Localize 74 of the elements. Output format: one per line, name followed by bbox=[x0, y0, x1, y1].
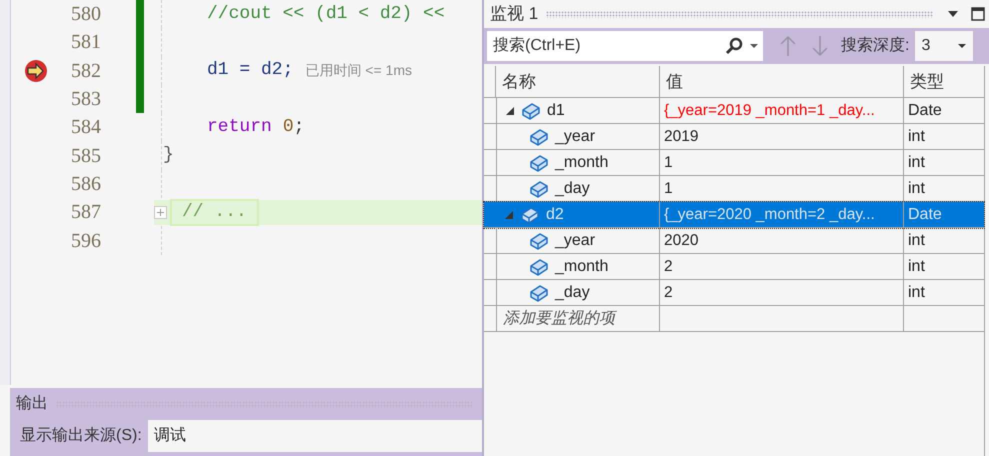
line-number: 584 bbox=[70, 115, 101, 140]
watch-row[interactable]: _day 2 int bbox=[484, 280, 984, 306]
line-number: 586 bbox=[70, 172, 101, 197]
variable-type: int bbox=[907, 178, 926, 198]
column-header[interactable]: 类型 bbox=[904, 66, 984, 97]
variable-value: {_year=2019 _month=1 _day... bbox=[660, 98, 904, 123]
line-number: 581 bbox=[70, 30, 101, 56]
variable-name: _month bbox=[555, 256, 608, 276]
panel-title: 监视 1 bbox=[490, 3, 538, 26]
variable-name: d2 bbox=[546, 204, 564, 224]
column-header[interactable]: 名称 bbox=[496, 66, 660, 97]
variable-name: _year bbox=[555, 126, 596, 146]
panel-title: 输出 bbox=[16, 394, 48, 414]
variable-type: int bbox=[907, 230, 926, 250]
field-icon bbox=[529, 282, 549, 302]
variable-type: Date bbox=[907, 204, 943, 224]
watch-row[interactable]: d2 {_year=2020 _month=2 _day... Date bbox=[484, 202, 984, 228]
field-icon bbox=[529, 152, 549, 172]
tree-toggle-icon[interactable] bbox=[505, 106, 515, 116]
column-header[interactable]: 值 bbox=[660, 66, 904, 97]
line-number: 596 bbox=[70, 228, 101, 254]
search-box[interactable]: 搜索(Ctrl+E) bbox=[487, 31, 763, 61]
field-icon bbox=[521, 100, 541, 120]
watch-row[interactable]: _month 2 int bbox=[484, 254, 984, 280]
line-number: 582 bbox=[70, 58, 101, 84]
variable-name: _day bbox=[555, 282, 590, 302]
variable-type: int bbox=[907, 152, 926, 172]
field-icon bbox=[529, 256, 549, 276]
code-text: 0 bbox=[282, 116, 294, 139]
variable-type: int bbox=[907, 256, 926, 276]
variable-name: d1 bbox=[547, 100, 565, 120]
caret-icon[interactable] bbox=[749, 43, 759, 49]
variable-type: int bbox=[907, 126, 926, 146]
variable-type: int bbox=[907, 282, 926, 302]
field-icon bbox=[520, 204, 540, 224]
variable-name: _day bbox=[555, 178, 590, 198]
watch-row[interactable]: d1 {_year=2019 _month=1 _day... Date bbox=[484, 98, 984, 124]
line-number: 587 bbox=[70, 200, 101, 226]
watch-row[interactable]: _year 2019 int bbox=[484, 124, 984, 150]
tree-toggle-icon[interactable] bbox=[504, 210, 514, 220]
code-text: ; bbox=[294, 116, 304, 139]
line-number: 585 bbox=[70, 144, 101, 169]
maximize-icon[interactable] bbox=[971, 7, 985, 21]
elapsed-time-hint: 已用时间 <= 1ms bbox=[305, 61, 412, 80]
watch-row[interactable]: _month 1 int bbox=[484, 150, 984, 176]
field-icon bbox=[529, 126, 549, 146]
code-text: d1 = d2; bbox=[207, 59, 294, 82]
watch-row[interactable]: _year 2020 int bbox=[484, 228, 984, 254]
source-label: 显示输出来源(S): bbox=[20, 426, 142, 446]
code-text: return bbox=[207, 116, 272, 139]
caret-icon bbox=[957, 43, 968, 49]
search-icon[interactable] bbox=[725, 37, 743, 55]
variable-value: 1 bbox=[660, 150, 904, 175]
variable-value: 2 bbox=[660, 254, 904, 279]
variable-type: Date bbox=[907, 100, 943, 120]
depth-dropdown[interactable]: 3 bbox=[915, 31, 974, 61]
variable-value: 2 bbox=[660, 280, 904, 305]
source-dropdown[interactable]: 调试 bbox=[148, 420, 482, 452]
field-icon bbox=[529, 230, 549, 250]
variable-value: {_year=2020 _month=2 _day... bbox=[660, 202, 904, 227]
depth-label: 搜索深度: bbox=[841, 36, 910, 56]
line-number: 583 bbox=[70, 87, 101, 112]
dropdown-icon[interactable] bbox=[947, 10, 959, 18]
code-text: //cout << (d1 < d2) << bbox=[207, 2, 445, 26]
field-icon bbox=[529, 178, 549, 198]
line-number: 580 bbox=[70, 2, 101, 28]
variable-value: 2020 bbox=[660, 228, 904, 253]
variable-name: _year bbox=[555, 230, 596, 250]
variable-name: _month bbox=[555, 152, 608, 172]
search-field[interactable]: 搜索(Ctrl+E) bbox=[493, 31, 725, 61]
add-watch-field[interactable]: 添加要监视的项 bbox=[496, 306, 660, 331]
expand-icon[interactable] bbox=[154, 206, 167, 219]
code-brace: } bbox=[163, 144, 174, 168]
variable-value: 2019 bbox=[660, 124, 904, 149]
